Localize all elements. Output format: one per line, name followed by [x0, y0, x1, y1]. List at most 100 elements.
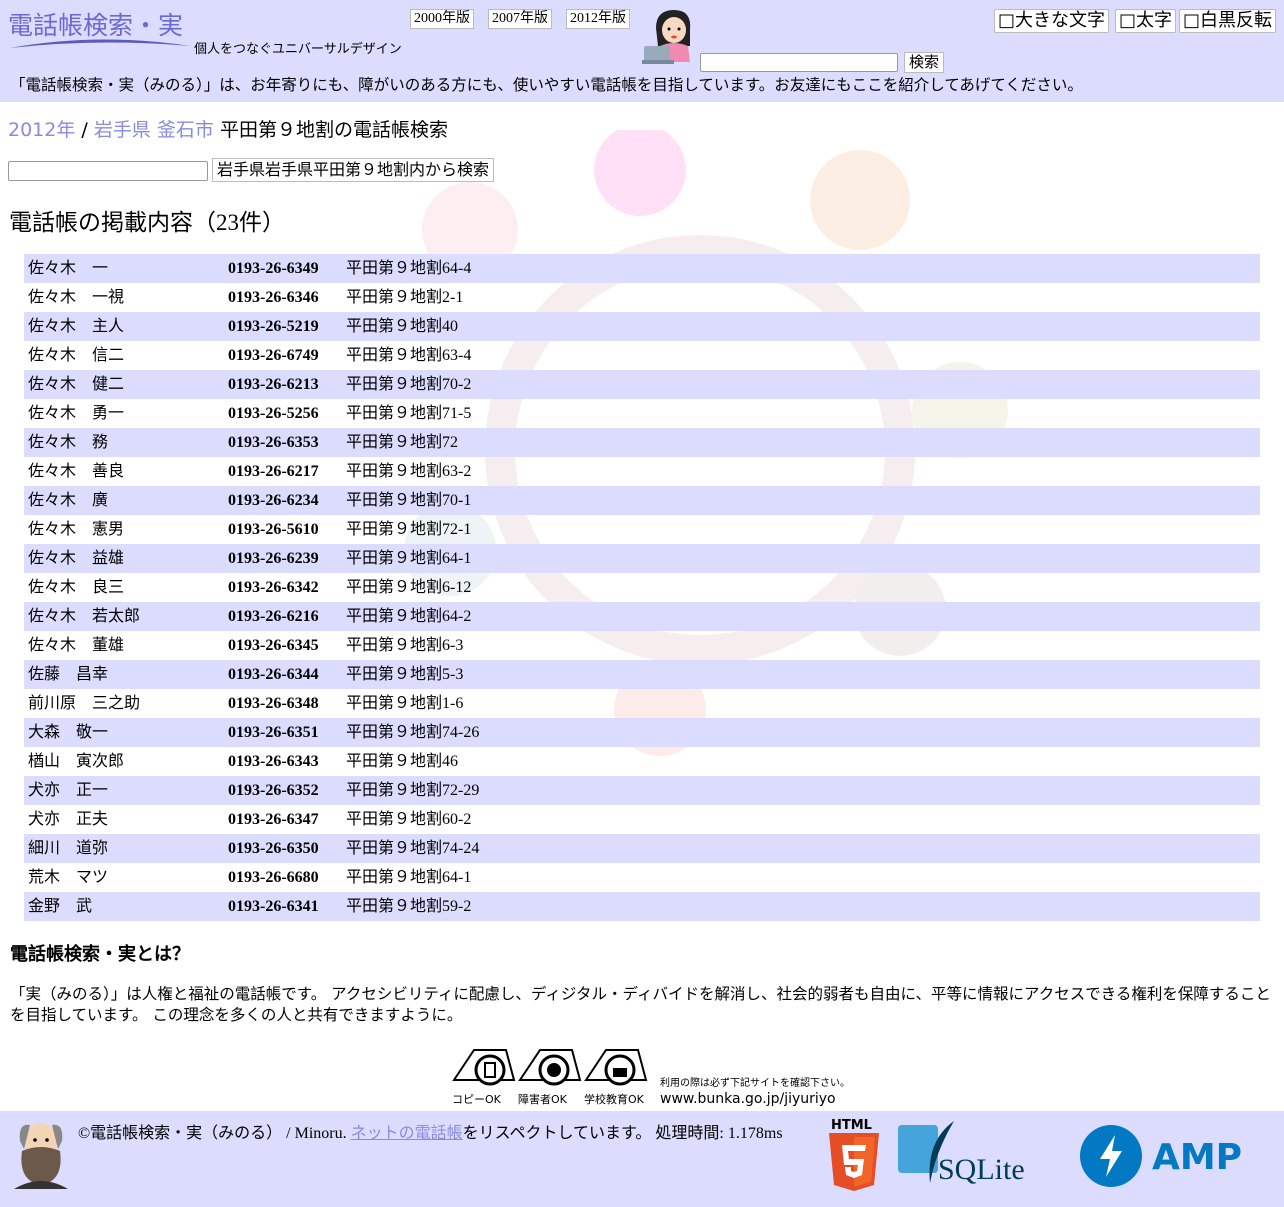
- listing-name: 佐藤 昌幸: [28, 666, 109, 683]
- listing-phone[interactable]: 0193-26-6352: [228, 776, 319, 805]
- bold-text-toggle[interactable]: □太字: [1115, 9, 1177, 33]
- listing-name: 犬亦 正一: [28, 782, 109, 799]
- listing-name: 犬亦 正夫: [28, 811, 109, 828]
- local-search-input[interactable]: [8, 161, 208, 181]
- listing-phone[interactable]: 0193-26-6216: [228, 602, 319, 631]
- listing-phone[interactable]: 0193-26-6749: [228, 341, 319, 370]
- listing-phone[interactable]: 0193-26-6234: [228, 486, 319, 515]
- breadcrumb-separator: /: [75, 119, 94, 141]
- listing-phone[interactable]: 0193-26-6346: [228, 283, 319, 312]
- listing-phone[interactable]: 0193-26-6351: [228, 718, 319, 747]
- breadcrumb-current: 平田第９地割の電話帳検索: [213, 119, 448, 141]
- table-row: 佐々木 務 0193-26-6353 平田第９地割72: [24, 428, 1260, 457]
- site-search-input[interactable]: [700, 53, 898, 72]
- listing-name: 荒木 マツ: [28, 869, 109, 886]
- listing-phone[interactable]: 0193-26-6343: [228, 747, 319, 776]
- site-tagline: 個人をつなぐユニバーサルデザイン: [194, 42, 402, 57]
- site-logo[interactable]: 電話帳検索・実: [8, 6, 190, 48]
- local-search-button[interactable]: 岩手県岩手県平田第９地割内から検索: [212, 158, 495, 182]
- listing-phone[interactable]: 0193-26-6345: [228, 631, 319, 660]
- listing-name: 佐々木 一: [28, 260, 109, 277]
- edition-2007-button[interactable]: 2007年版: [488, 9, 552, 29]
- about-text: 「実（みのる）」は人権と福祉の電話帳です。 アクセシビリティに配慮し、ディジタル…: [10, 985, 1271, 1024]
- listing-phone[interactable]: 0193-26-6341: [228, 892, 319, 921]
- table-row: 犬亦 正夫 0193-26-6347 平田第９地割60-2: [24, 805, 1260, 834]
- sqlite-logo-icon[interactable]: SQLite: [896, 1121, 1046, 1187]
- listing-address: 平田第９地割6-12: [346, 579, 472, 596]
- logo-swoosh-icon: [10, 39, 190, 48]
- listing-address: 平田第９地割72-1: [346, 521, 472, 538]
- about-heading: 電話帳検索・実とは？: [10, 944, 190, 965]
- listing-name: 佐々木 信二: [28, 347, 125, 364]
- listing-phone[interactable]: 0193-26-6213: [228, 370, 319, 399]
- listing-address: 平田第９地割64-4: [346, 260, 472, 277]
- listing-phone[interactable]: 0193-26-5610: [228, 515, 319, 544]
- bearded-man-avatar-icon: [14, 1123, 68, 1189]
- amp-logo-label: AMP: [1152, 1137, 1242, 1178]
- listing-address: 平田第９地割72-29: [346, 782, 480, 799]
- listing-phone[interactable]: 0193-26-6342: [228, 573, 319, 602]
- listing-phone[interactable]: 0193-26-6239: [228, 544, 319, 573]
- listing-address: 平田第９地割63-4: [346, 347, 472, 364]
- table-row: 佐々木 一視 0193-26-6346 平田第９地割2-1: [24, 283, 1260, 312]
- edition-2000-button[interactable]: 2000年版: [410, 9, 474, 29]
- listing-phone[interactable]: 0193-26-6353: [228, 428, 319, 457]
- table-row: 佐々木 善良 0193-26-6217 平田第９地割63-2: [24, 457, 1260, 486]
- education-ok-label: 学校教育OK: [584, 1092, 645, 1106]
- footer-copyright: ©電話帳検索・実（みのる） / Minoru.: [78, 1125, 351, 1142]
- footer-text: ©電話帳検索・実（みのる） / Minoru. ネットの電話帳をリスペクトしてい…: [78, 1119, 783, 1143]
- site-header: 電話帳検索・実 個人をつなぐユニバーサルデザイン 2000年版 2007年版 2…: [0, 0, 1284, 102]
- listing-phone[interactable]: 0193-26-6344: [228, 660, 319, 689]
- listing-phone[interactable]: 0193-26-6680: [228, 863, 319, 892]
- listing-name: 佐々木 憲男: [28, 521, 125, 538]
- large-text-toggle[interactable]: □大きな文字: [994, 9, 1110, 33]
- listing-address: 平田第９地割6-3: [346, 637, 464, 654]
- site-intro: 「電話帳検索・実（みのる）」は、お年寄りにも、障がいのある方にも、使いやすい電話…: [10, 76, 1083, 94]
- breadcrumb-prefecture-link[interactable]: 岩手県: [94, 119, 151, 141]
- listing-address: 平田第９地割59-2: [346, 898, 472, 915]
- listing-name: 楢山 寅次郎: [28, 753, 125, 770]
- breadcrumb: 2012年 / 岩手県 釜石市 平田第９地割の電話帳検索: [8, 115, 448, 142]
- breadcrumb-city-link[interactable]: 釜石市: [157, 119, 214, 141]
- breadcrumb-year-link[interactable]: 2012年: [8, 119, 75, 141]
- high-contrast-toggle[interactable]: □白黒反転: [1179, 9, 1277, 33]
- listing-phone[interactable]: 0193-26-6350: [228, 834, 319, 863]
- listing-phone[interactable]: 0193-26-6348: [228, 689, 319, 718]
- listing-name: 佐々木 廣: [28, 492, 109, 509]
- table-row: 佐々木 若太郎 0193-26-6216 平田第９地割64-2: [24, 602, 1260, 631]
- listing-phone[interactable]: 0193-26-5219: [228, 312, 319, 341]
- edition-2012-button[interactable]: 2012年版: [566, 9, 630, 29]
- net-phonebook-link[interactable]: ネットの電話帳: [351, 1125, 463, 1142]
- listing-address: 平田第９地割70-2: [346, 376, 472, 393]
- table-row: 佐々木 主人 0193-26-5219 平田第９地割40: [24, 312, 1260, 341]
- table-row: 佐々木 良三 0193-26-6342 平田第９地割6-12: [24, 573, 1260, 602]
- listing-address: 平田第９地割40: [346, 318, 459, 335]
- listing-phone[interactable]: 0193-26-6349: [228, 254, 319, 283]
- html5-logo-label: HTML: [831, 1118, 872, 1133]
- table-row: 楢山 寅次郎 0193-26-6343 平田第９地割46: [24, 747, 1260, 776]
- listing-address: 平田第９地割64-1: [346, 869, 472, 886]
- site-search-button[interactable]: 検索: [904, 52, 945, 73]
- footer-respect: をリスペクトしています。 処理時間: 1.178ms: [462, 1125, 783, 1142]
- listing-phone[interactable]: 0193-26-6347: [228, 805, 319, 834]
- listing-name: 佐々木 益雄: [28, 550, 125, 567]
- listing-name: 佐々木 董雄: [28, 637, 125, 654]
- listing-address: 平田第９地割63-2: [346, 463, 472, 480]
- listing-heading: 電話帳の掲載内容（23件）: [9, 210, 285, 235]
- listing-name: 大森 敬一: [28, 724, 109, 741]
- free-use-notice: 利用の際は必ず下記サイトを確認下さい。: [660, 1076, 850, 1089]
- listing-phone[interactable]: 0193-26-5256: [228, 399, 319, 428]
- listing-address: 平田第９地割60-2: [346, 811, 472, 828]
- listing-name: 佐々木 健二: [28, 376, 125, 393]
- listing-name: 佐々木 若太郎: [28, 608, 141, 625]
- table-row: 細川 道弥 0193-26-6350 平田第９地割74-24: [24, 834, 1260, 863]
- listing-name: 前川原 三之助: [28, 695, 141, 712]
- amp-logo-icon[interactable]: AMP: [1078, 1123, 1252, 1189]
- html5-logo-icon[interactable]: HTML: [827, 1117, 881, 1191]
- listing-name: 佐々木 一視: [28, 289, 125, 306]
- table-row: 荒木 マツ 0193-26-6680 平田第９地割64-1: [24, 863, 1260, 892]
- listing-address: 平田第９地割72: [346, 434, 459, 451]
- copy-ok-label: コピーOK: [452, 1093, 502, 1106]
- listing-phone[interactable]: 0193-26-6217: [228, 457, 319, 486]
- table-row: 佐々木 信二 0193-26-6749 平田第９地割63-4: [24, 341, 1260, 370]
